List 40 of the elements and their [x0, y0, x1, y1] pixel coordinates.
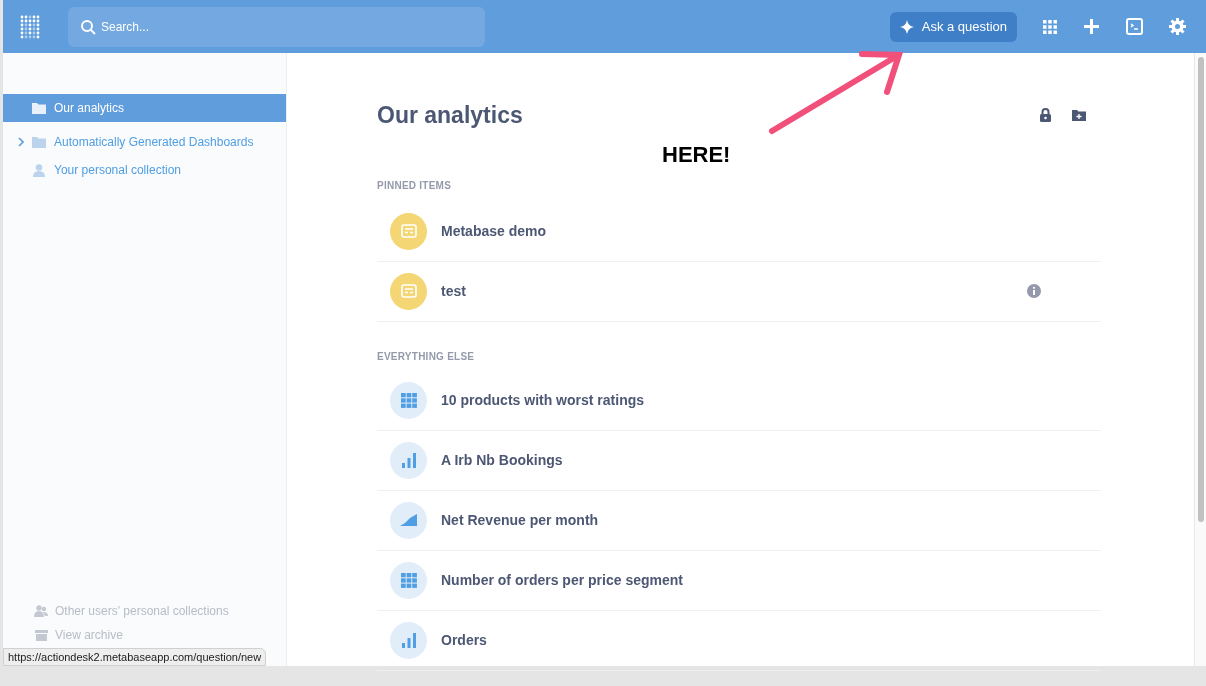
people-icon	[34, 605, 48, 617]
terminal-icon[interactable]	[1126, 18, 1143, 35]
bar-chart-icon	[390, 621, 427, 659]
bar-chart-icon	[390, 441, 427, 479]
section-heading: PINNED ITEMS	[377, 178, 453, 193]
grid-icon[interactable]	[1043, 19, 1057, 34]
dashboard-icon	[390, 212, 427, 250]
collection-item[interactable]: Number of orders per price segment	[377, 550, 1101, 611]
new-folder-icon[interactable]	[1072, 109, 1086, 122]
search-icon	[80, 18, 96, 35]
folder-icon	[32, 102, 46, 114]
collection-item[interactable]: test	[377, 261, 1101, 322]
info-icon[interactable]	[1027, 284, 1041, 298]
collection-item[interactable]: A Irb Nb Bookings	[377, 430, 1101, 491]
settings-icon[interactable]	[1169, 18, 1186, 35]
area-chart-icon	[390, 501, 427, 539]
item-label: Automatically Generated Dashboards	[54, 134, 254, 151]
plus-icon[interactable]	[1083, 18, 1100, 35]
collection-item[interactable]: Metabase demo	[377, 201, 1101, 262]
ask-question-button[interactable]: Ask a question	[889, 11, 1017, 42]
item-label: Our analytics	[54, 100, 125, 117]
collection-item[interactable]: Net Revenue per month	[377, 490, 1101, 551]
lock-icon[interactable]	[1039, 108, 1052, 123]
search-field[interactable]: Search...	[68, 6, 485, 47]
annotation-text: HERE!	[662, 141, 731, 169]
archive-icon	[34, 629, 48, 641]
person-icon	[33, 163, 45, 177]
collection-item[interactable]: 10 products with worst ratings	[377, 370, 1101, 431]
page-title: Our analytics	[377, 101, 523, 130]
sparkle-icon	[899, 19, 914, 34]
table-icon	[390, 381, 427, 419]
logo-icon[interactable]	[19, 14, 41, 39]
table-icon	[390, 561, 427, 599]
dashboard-icon	[390, 272, 427, 310]
item-label: Your personal collection	[54, 162, 181, 179]
chevron-icon[interactable]	[18, 137, 24, 147]
section-heading: EVERYTHING ELSE	[377, 349, 476, 364]
collection-item[interactable]: Orders	[377, 610, 1101, 671]
folder-icon	[32, 136, 46, 148]
status-url: https://actiondesk2.metabaseapp.com/question/new	[3, 648, 267, 666]
